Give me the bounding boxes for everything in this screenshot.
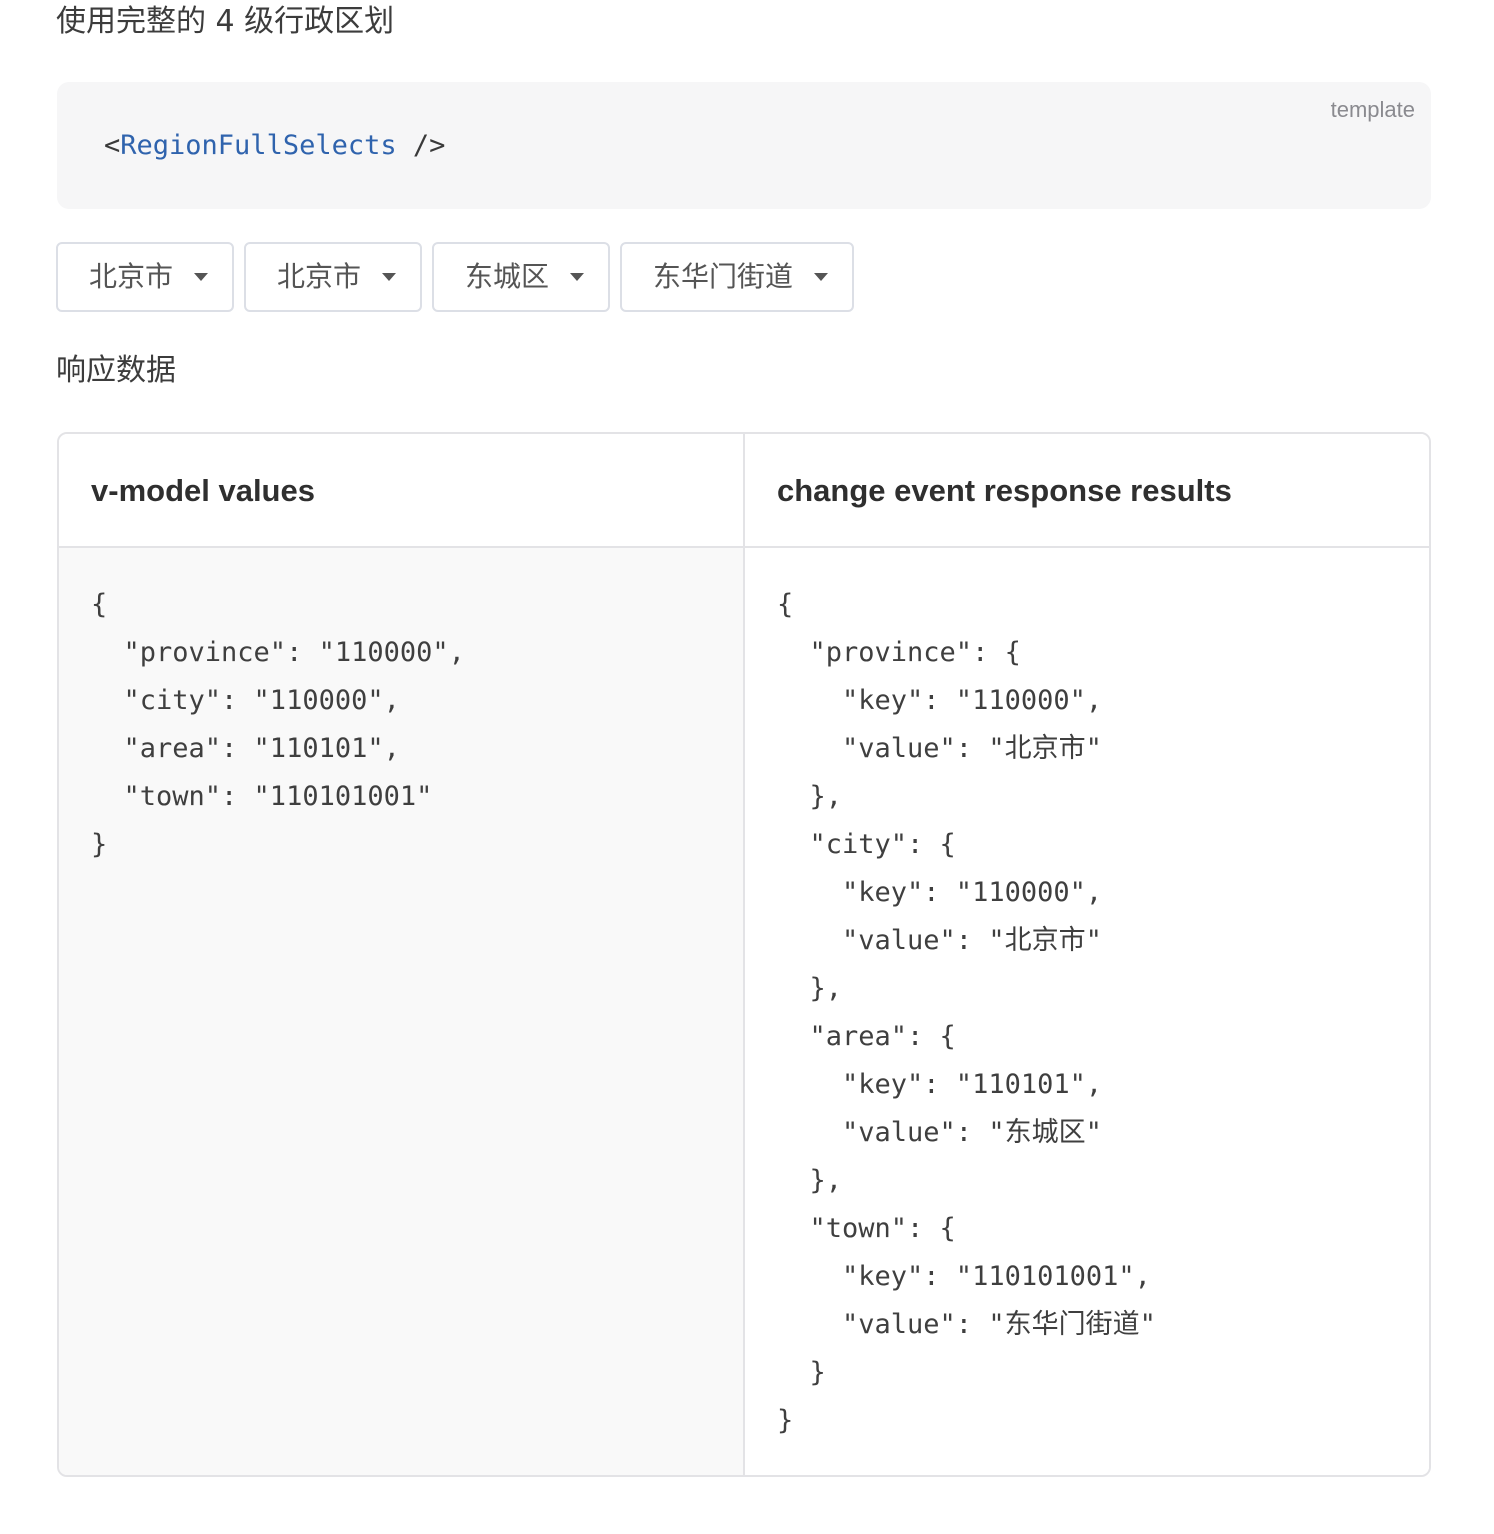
code-component-name: RegionFullSelects [120, 130, 397, 161]
code-block: template <RegionFullSelects /> [57, 82, 1431, 209]
change-event-json: { "province": { "key": "110000", "value"… [777, 589, 1156, 1436]
code-line: <RegionFullSelects /> [104, 128, 445, 164]
vmodel-values-cell: { "province": "110000", "city": "110000"… [59, 548, 745, 1475]
town-select[interactable]: 东华门街道 [620, 242, 854, 312]
caret-down-icon [814, 273, 829, 281]
province-select[interactable]: 北京市 [56, 242, 234, 312]
caret-down-icon [570, 273, 585, 281]
city-select[interactable]: 北京市 [244, 242, 422, 312]
page-title: 使用完整的 4 级行政区划 [56, 4, 395, 39]
table-header-change-event: change event response results [745, 434, 1429, 548]
town-select-value: 东华门街道 [653, 260, 794, 293]
response-data-table: v-model values change event response res… [57, 432, 1431, 1477]
code-open-bracket: < [104, 130, 121, 161]
city-select-value: 北京市 [277, 260, 362, 293]
change-event-results-cell: { "province": { "key": "110000", "value"… [745, 548, 1429, 1475]
section-heading: 响应数据 [56, 353, 176, 388]
caret-down-icon [382, 273, 397, 281]
vmodel-json: { "province": "110000", "city": "110000"… [91, 589, 465, 860]
code-language-label: template [1330, 97, 1415, 122]
caret-down-icon [194, 273, 209, 281]
table-header-vmodel: v-model values [59, 434, 745, 548]
province-select-value: 北京市 [89, 260, 174, 293]
code-close-bracket: /> [396, 130, 446, 161]
area-select[interactable]: 东城区 [432, 242, 610, 312]
area-select-value: 东城区 [465, 260, 550, 293]
region-selects: 北京市 北京市 东城区 东华门街道 [56, 242, 854, 312]
